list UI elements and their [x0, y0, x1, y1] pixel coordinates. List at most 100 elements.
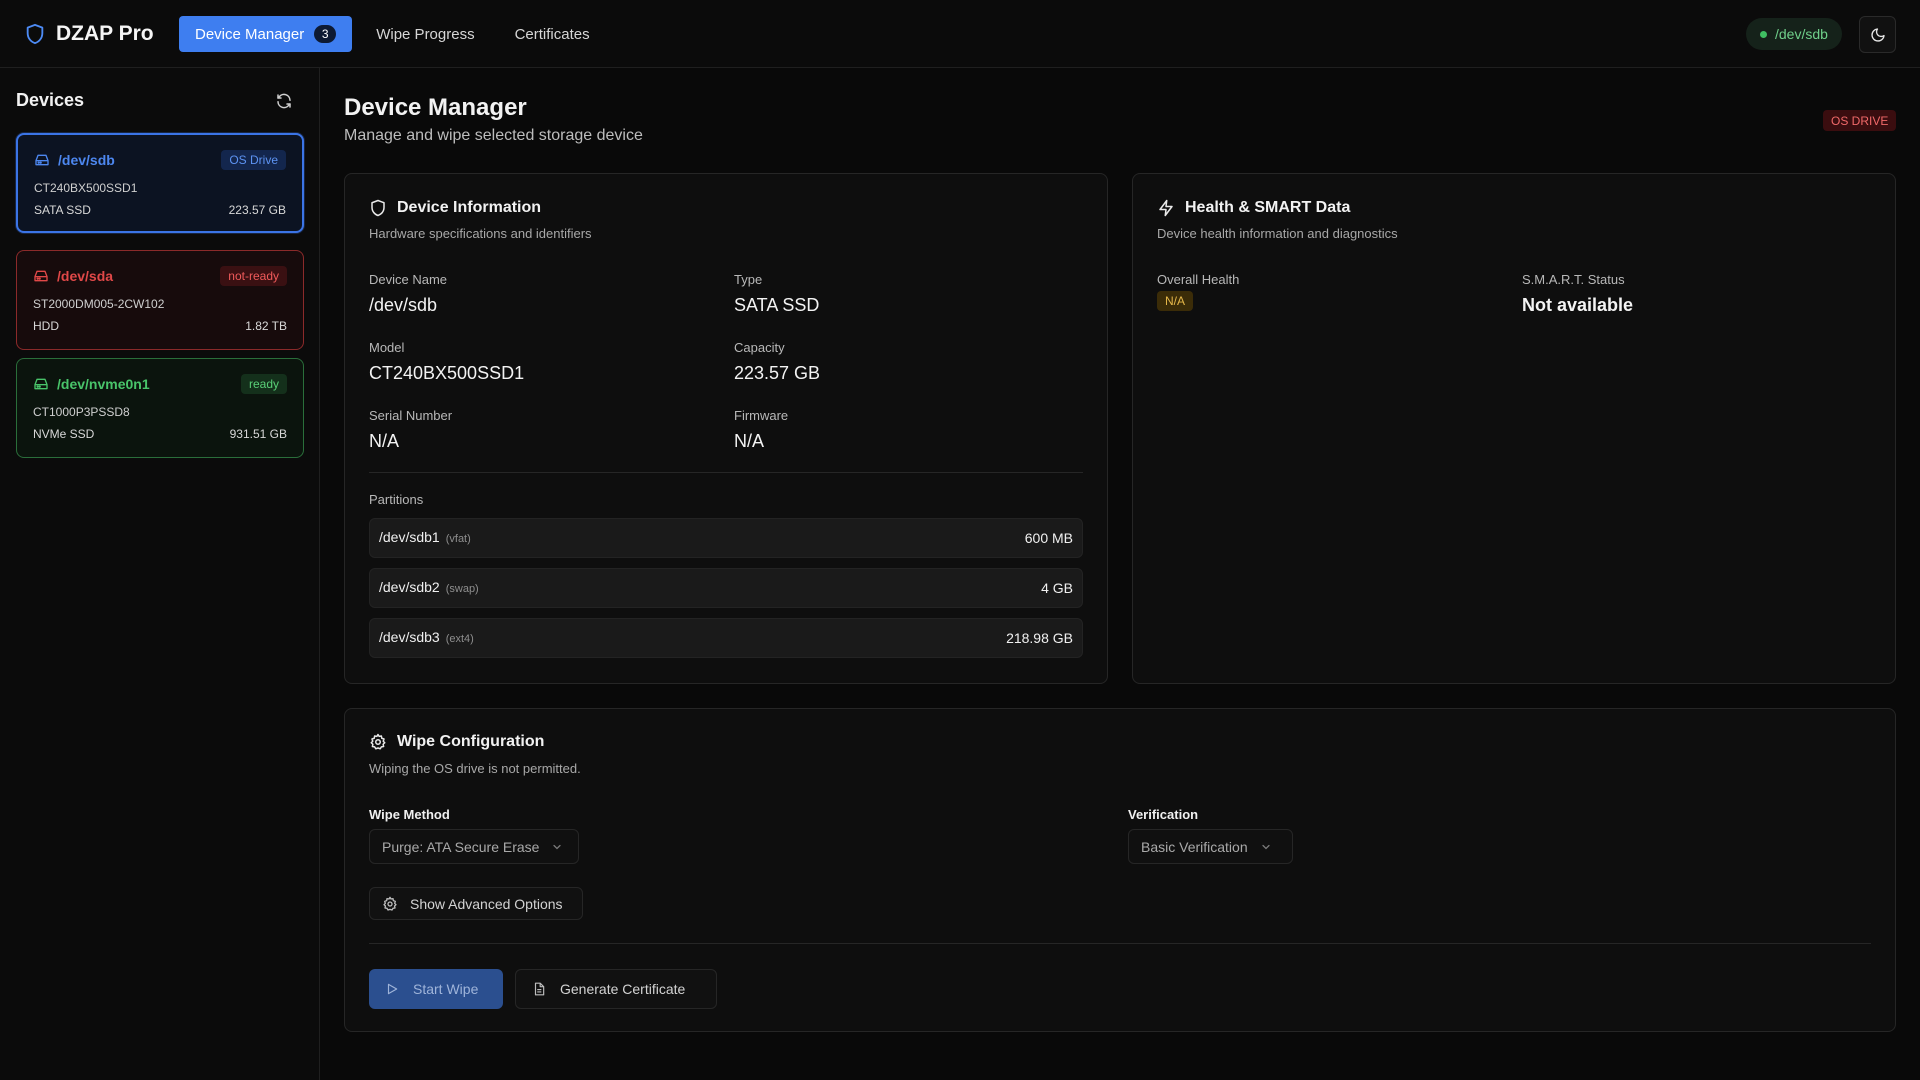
partition-fs: (vfat) [445, 533, 471, 545]
type-label: Type [734, 272, 763, 287]
device-name-label: Device Name [369, 272, 448, 287]
show-advanced-label: Show Advanced Options [410, 895, 563, 912]
selected-device-label: /dev/sdb [1775, 26, 1828, 42]
device-name: /dev/nvme0n1 [57, 376, 150, 392]
card-title: Health & SMART Data [1185, 199, 1351, 216]
model-value: CT240BX500SSD1 [369, 363, 525, 383]
divider [369, 943, 1871, 944]
wipe-method-select[interactable]: Purge: ATA Secure Erase [369, 829, 579, 864]
main-nav: Device Manager 3 Wipe Progress Certifica… [179, 16, 606, 52]
brand: DZAP Pro [24, 20, 154, 48]
partition-row: /dev/sdb3 (ext4) 218.98 GB [369, 618, 1083, 658]
verification-select[interactable]: Basic Verification [1128, 829, 1293, 864]
partition-name: /dev/sdb1 [379, 529, 440, 545]
device-size: 1.82 TB [245, 319, 287, 333]
verification-label: Verification [1128, 807, 1199, 822]
device-status-badge: OS Drive [221, 150, 286, 170]
tab-label: Device Manager [195, 25, 305, 43]
tab-label: Wipe Progress [376, 25, 475, 43]
app-name: DZAP Pro [56, 22, 154, 45]
verification-value: Basic Verification [1141, 838, 1248, 855]
smart-status-value: Not available [1522, 295, 1634, 315]
play-icon [385, 982, 399, 996]
card-title: Wipe Configuration [397, 733, 545, 750]
card-title: Device Information [397, 199, 542, 216]
zap-icon [1157, 198, 1175, 218]
chevron-down-icon [551, 841, 563, 853]
partition-size: 4 GB [1041, 580, 1073, 596]
shield-icon [369, 198, 387, 218]
firmware-label: Firmware [734, 408, 789, 423]
partition-name: /dev/sdb2 [379, 579, 440, 595]
card-subtitle: Device health information and diagnostic… [1157, 226, 1398, 241]
card-subtitle: Wiping the OS drive is not permitted. [369, 761, 581, 776]
tab-certificates[interactable]: Certificates [499, 16, 606, 52]
partition-size: 600 MB [1024, 530, 1073, 546]
generate-certificate-button[interactable]: Generate Certificate [515, 969, 717, 1009]
tab-wipe-progress[interactable]: Wipe Progress [360, 16, 490, 52]
device-name: /dev/sda [57, 268, 114, 284]
model-label: Model [369, 340, 405, 355]
device-status-badge: not-ready [220, 266, 287, 286]
hard-drive-icon [34, 153, 50, 167]
chevron-down-icon [1260, 841, 1272, 853]
device-status-badge: ready [240, 374, 287, 394]
overall-health-label: Overall Health [1157, 272, 1240, 287]
hard-drive-icon [33, 269, 49, 283]
partition-row: /dev/sdb1 (vfat) 600 MB [369, 518, 1083, 558]
tab-device-manager[interactable]: Device Manager 3 [179, 16, 353, 52]
device-type: SATA SSD [34, 203, 91, 217]
firmware-value: N/A [734, 431, 765, 451]
device-card-nvme0n1[interactable]: /dev/nvme0n1 ready CT1000P3PSSD8 NVMe SS… [16, 358, 304, 458]
wipe-method-value: Purge: ATA Secure Erase [382, 838, 540, 855]
device-information-card: Device Information Hardware specificatio… [344, 173, 1108, 684]
partition-size: 218.98 GB [1006, 630, 1073, 646]
status-dot [1760, 30, 1767, 38]
card-subtitle: Hardware specifications and identifiers [369, 226, 592, 241]
partition-fs: (ext4) [445, 633, 474, 645]
serial-number-label: Serial Number [369, 408, 453, 423]
device-model: ST2000DM005-2CW102 [33, 297, 165, 311]
capacity-value: 223.57 GB [734, 363, 821, 383]
device-type: NVMe SSD [33, 427, 95, 441]
device-card-sda[interactable]: /dev/sda not-ready ST2000DM005-2CW102 HD… [16, 250, 304, 350]
top-bar: DZAP Pro Device Manager 3 Wipe Progress … [0, 0, 1920, 68]
sidebar-title: Devices [16, 90, 85, 110]
partitions-label: Partitions [369, 492, 424, 507]
capacity-label: Capacity [734, 340, 785, 355]
device-name: /dev/sdb [58, 152, 115, 168]
device-sidebar: Devices /dev/sdb OS Drive CT240BX500SSD1… [0, 68, 320, 1080]
theme-toggle-button[interactable] [1859, 16, 1896, 53]
device-model: CT240BX500SSD1 [34, 181, 138, 195]
health-smart-card: Health & SMART Data Device health inform… [1132, 173, 1896, 684]
moon-icon [1870, 27, 1886, 43]
gear-icon [369, 733, 387, 751]
page-subtitle: Manage and wipe selected storage device [344, 127, 643, 144]
shield-icon [24, 22, 46, 46]
start-wipe-label: Start Wipe [413, 981, 479, 997]
refresh-icon[interactable] [275, 92, 295, 112]
smart-status-label: S.M.A.R.T. Status [1522, 272, 1625, 287]
device-size: 931.51 GB [229, 427, 287, 441]
show-advanced-options-button[interactable]: Show Advanced Options [369, 887, 583, 920]
overall-health-badge: N/A [1157, 291, 1194, 311]
tab-label: Certificates [514, 25, 590, 43]
hard-drive-icon [33, 377, 49, 391]
device-model: CT1000P3PSSD8 [33, 405, 130, 419]
device-card-sdb[interactable]: /dev/sdb OS Drive CT240BX500SSD1 SATA SS… [16, 133, 304, 233]
serial-number-value: N/A [369, 431, 400, 451]
device-type: HDD [33, 319, 59, 333]
selected-device-pill: /dev/sdb [1746, 18, 1842, 50]
wipe-method-label: Wipe Method [369, 807, 450, 822]
partition-row: /dev/sdb2 (swap) 4 GB [369, 568, 1083, 608]
type-value: SATA SSD [734, 295, 820, 315]
divider [369, 472, 1083, 473]
os-drive-badge: OS DRIVE [1823, 110, 1897, 131]
device-name-value: /dev/sdb [369, 295, 438, 315]
start-wipe-button[interactable]: Start Wipe [369, 969, 503, 1009]
generate-certificate-label: Generate Certificate [560, 981, 686, 997]
device-size: 223.57 GB [228, 203, 286, 217]
file-icon [532, 981, 546, 997]
page-title: Device Manager [344, 94, 527, 121]
gear-icon [382, 896, 398, 912]
